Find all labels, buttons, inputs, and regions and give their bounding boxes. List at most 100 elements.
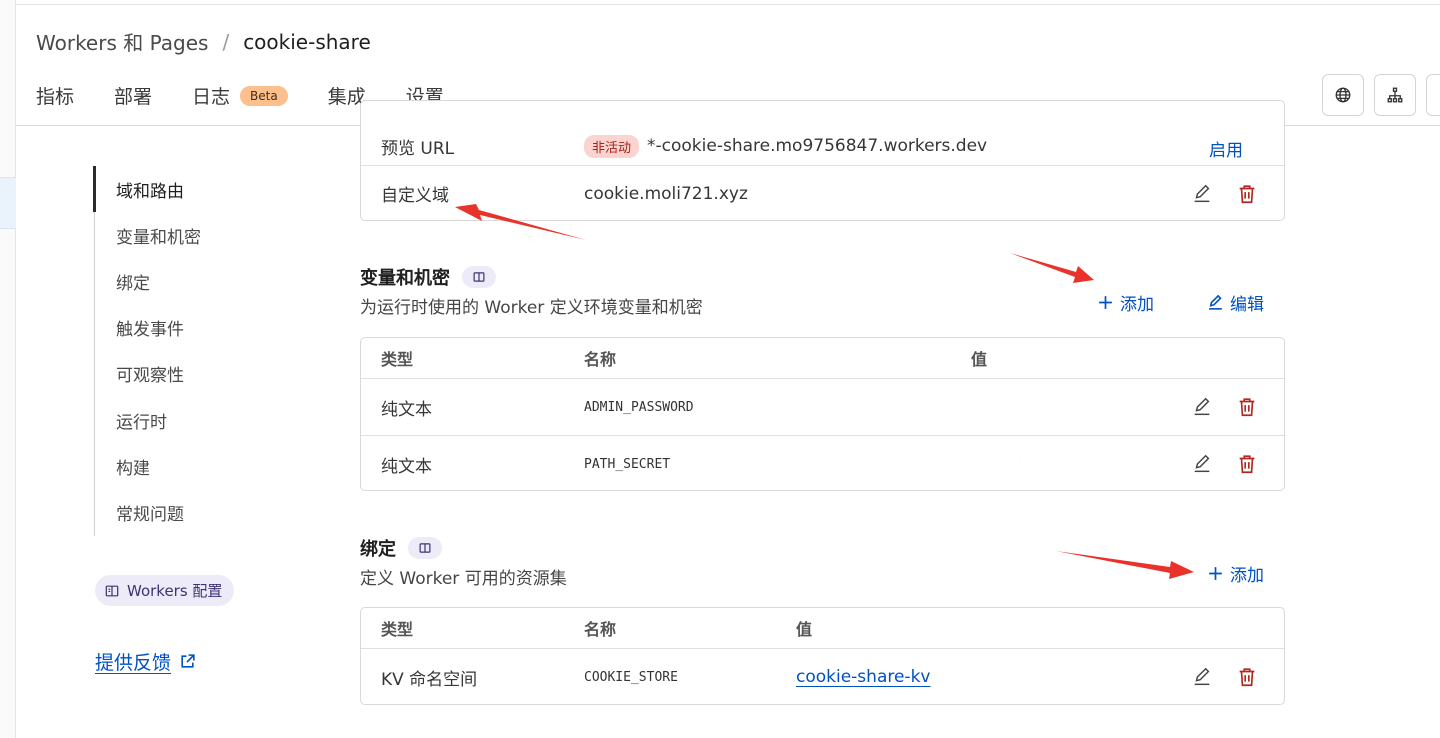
plus-icon (1209, 567, 1222, 580)
edit-button[interactable] (1190, 665, 1214, 689)
edit-button[interactable] (1190, 182, 1214, 206)
nav-item-runtime[interactable]: 运行时 (95, 397, 294, 443)
variable-name: PATH_SECRET (584, 456, 671, 472)
binding-name: COOKIE_STORE (584, 669, 678, 685)
nav-item-general[interactable]: 常规问题 (95, 489, 294, 535)
docs-pill-label: Workers 配置 (127, 582, 223, 600)
variables-description: 为运行时使用的 Worker 定义环境变量和机密 (360, 298, 703, 318)
variables-section-title: 变量和机密 (360, 264, 496, 290)
nav-item-bindings[interactable]: 绑定 (95, 258, 294, 304)
nav-item-label: 触发事件 (116, 320, 184, 341)
redacted-value (973, 400, 1107, 414)
bindings-title: 绑定 (360, 539, 396, 560)
redacted-value (973, 457, 1021, 471)
variable-type: 纯文本 (381, 399, 432, 420)
edit-button[interactable] (1190, 452, 1214, 476)
nav-item-label: 运行时 (116, 412, 167, 433)
table-header: 类型 名称 值 (361, 338, 1284, 378)
variable-value-redacted (973, 436, 1021, 490)
binding-value-wrap: cookie-share-kv (796, 649, 930, 704)
table-header: 类型 名称 值 (361, 608, 1284, 648)
variable-value-redacted (973, 379, 1107, 435)
pencil-icon (1194, 454, 1210, 473)
workers-config-docs-link[interactable]: Workers 配置 (95, 575, 235, 606)
column-header: 类型 (381, 350, 414, 369)
bindings-add-button[interactable]: 添加 (1207, 561, 1264, 586)
bindings-table: 类型 名称 值 KV 命名空间 COOKIE_STORE cookie-shar… (360, 607, 1285, 705)
enable-button[interactable]: 启用 (1209, 101, 1243, 165)
nav-item-triggers[interactable]: 触发事件 (95, 305, 294, 351)
breadcrumb-parent-link[interactable]: Workers 和 Pages (36, 27, 208, 56)
external-link-icon (181, 654, 195, 668)
tab-label: 日志 (192, 86, 231, 108)
domain-row-preview: 预览 URL 非活动 *-cookie-share.mo9756847.work… (361, 101, 1284, 165)
nav-item-variables-secrets[interactable]: 变量和机密 (95, 212, 294, 258)
variables-edit-button[interactable]: 编辑 (1207, 290, 1264, 315)
left-app-strip (0, 0, 16, 738)
top-rule (16, 4, 1440, 5)
trash-icon (1239, 398, 1255, 417)
nav-item-observability[interactable]: 可观察性 (95, 351, 294, 397)
nav-item-label: 可观察性 (116, 366, 184, 387)
table-row: 纯文本 ADMIN_PASSWORD (361, 378, 1284, 435)
breadcrumb-current: cookie-share (243, 29, 371, 54)
nav-item-build[interactable]: 构建 (95, 443, 294, 489)
book-icon (105, 585, 119, 596)
pencil-icon (1194, 184, 1210, 202)
delete-button[interactable] (1235, 182, 1259, 206)
nav-item-domains-routes[interactable]: 域和路由 (93, 166, 294, 213)
tab-metrics[interactable]: 指标 (36, 82, 74, 126)
edit-label: 编辑 (1230, 295, 1264, 315)
breadcrumb: Workers 和 Pages / cookie-share (36, 27, 371, 56)
variables-table: 类型 名称 值 纯文本 ADMIN_PASSWORD 纯文本 PATH_SECR… (360, 337, 1285, 491)
delete-button[interactable] (1235, 395, 1259, 419)
column-header: 值 (796, 620, 813, 639)
column-header: 名称 (584, 620, 617, 639)
delete-button[interactable] (1235, 452, 1259, 476)
add-label: 添加 (1120, 295, 1154, 315)
toolbar-button-partial[interactable] (1426, 74, 1440, 116)
variables-add-button[interactable]: 添加 (1097, 290, 1154, 315)
bindings-docs-link[interactable] (408, 537, 442, 559)
nav-item-label: 构建 (116, 458, 150, 479)
trash-icon (1239, 668, 1255, 687)
globe-button[interactable] (1322, 74, 1364, 116)
beta-badge: Beta (240, 86, 288, 106)
trash-icon (1239, 455, 1255, 474)
left-strip-selection (0, 177, 16, 229)
app-root: Workers 和 Pages / cookie-share 指标 部署 日志 B… (0, 0, 1440, 738)
table-row: KV 命名空间 COOKIE_STORE cookie-share-kv (361, 648, 1284, 704)
column-header: 名称 (584, 350, 617, 369)
tab-logs[interactable]: 日志 Beta (192, 82, 288, 126)
column-header: 类型 (381, 620, 414, 639)
edit-button[interactable] (1190, 395, 1214, 419)
tab-label: 部署 (114, 86, 153, 108)
feedback-link[interactable]: 提供反馈 (95, 648, 196, 675)
inactive-badge: 非活动 (584, 134, 640, 158)
book-icon (473, 272, 485, 282)
variable-type: 纯文本 (381, 456, 432, 477)
pencil-icon (1194, 667, 1210, 686)
annotation-arrow-add-variable (1010, 253, 1094, 283)
pencil-icon (1194, 397, 1210, 416)
variables-docs-link[interactable] (462, 266, 496, 288)
binding-type: KV 命名空间 (381, 669, 478, 690)
domain-value: *-cookie-share.mo9756847.workers.dev (647, 136, 988, 156)
add-label: 添加 (1230, 566, 1264, 586)
sitemap-button[interactable] (1374, 74, 1416, 116)
breadcrumb-separator: / (222, 29, 230, 54)
kv-namespace-link[interactable]: cookie-share-kv (796, 667, 930, 687)
table-row: 纯文本 PATH_SECRET (361, 435, 1284, 490)
domain-type: 自定义域 (381, 186, 449, 206)
nav-item-label: 绑定 (116, 273, 150, 294)
delete-button[interactable] (1235, 665, 1259, 689)
tab-deployments[interactable]: 部署 (114, 82, 152, 126)
feedback-label: 提供反馈 (95, 652, 172, 674)
nav-item-label: 域和路由 (116, 181, 184, 202)
trash-icon (1239, 184, 1255, 203)
variable-name: ADMIN_PASSWORD (584, 399, 694, 415)
book-icon (419, 543, 431, 553)
domain-value: cookie.moli721.xyz (584, 183, 748, 204)
bindings-section-title: 绑定 (360, 535, 442, 561)
domain-row-custom: 自定义域 cookie.moli721.xyz (361, 165, 1284, 220)
